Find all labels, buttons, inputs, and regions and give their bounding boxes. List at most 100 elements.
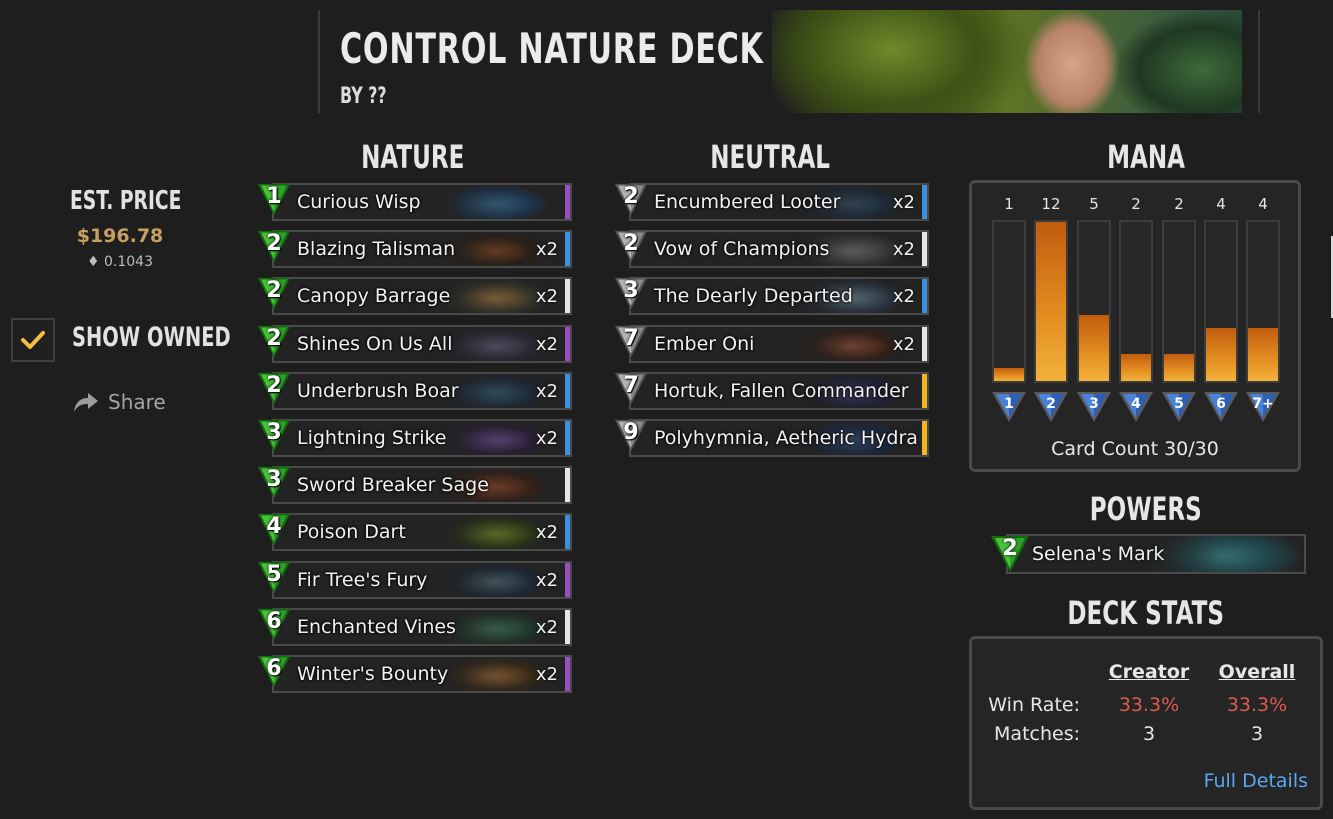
card-cost: 3 — [266, 467, 282, 492]
card-quantity: x2 — [892, 334, 915, 355]
mana-count: 4 — [1216, 195, 1226, 213]
rarity-stripe — [922, 374, 927, 408]
mana-bar — [1248, 328, 1278, 381]
rarity-stripe — [922, 421, 927, 455]
card-row[interactable]: 2 Encumbered Looter x2 — [613, 183, 929, 221]
card-row[interactable]: 2 Canopy Barrage x2 — [256, 277, 572, 315]
rarity-stripe — [922, 279, 927, 313]
mana-heading: MANA — [1107, 138, 1185, 176]
card-name: Curious Wisp — [297, 191, 421, 213]
card-row[interactable]: 2 Vow of Champions x2 — [613, 230, 929, 268]
card-cost: 2 — [623, 231, 639, 256]
rarity-stripe — [922, 232, 927, 266]
rarity-stripe — [565, 374, 570, 408]
share-button[interactable]: Share — [72, 388, 166, 416]
card-row[interactable]: 4 Poison Dart x2 — [256, 513, 572, 551]
card-cost: 2 — [266, 231, 282, 256]
mana-cost-label: 1 — [1004, 396, 1014, 412]
card-cost: 2 — [266, 278, 282, 303]
deck-stats-panel: Creator Overall Win Rate: Matches: 33.3%… — [969, 636, 1323, 810]
mana-bar — [1121, 354, 1151, 381]
mana-cost-label: 2 — [1046, 396, 1056, 412]
card-name: Canopy Barrage — [297, 285, 451, 307]
card-row[interactable]: 7 Ember Oni x2 — [613, 325, 929, 363]
full-details-link[interactable]: Full Details — [1204, 770, 1308, 792]
mana-bar-track — [1119, 220, 1153, 383]
card-row[interactable]: 3 The Dearly Departed x2 — [613, 277, 929, 315]
card-name: Vow of Champions — [654, 238, 830, 260]
rarity-stripe — [565, 657, 570, 691]
overall-win-rate: 33.3% — [1226, 694, 1288, 716]
deck-stats-heading: DECK STATS — [1067, 594, 1225, 632]
card-row[interactable]: 6 Enchanted Vines x2 — [256, 608, 572, 646]
est-price-value: $196.78 — [76, 225, 164, 247]
mana-cost-label: 6 — [1216, 396, 1226, 412]
card-art — [414, 185, 564, 219]
card-quantity: x2 — [535, 334, 558, 355]
mana-count: 1 — [1004, 195, 1014, 213]
rarity-stripe — [922, 185, 927, 219]
mana-bar — [1036, 222, 1066, 381]
deck-header: CONTROL NATURE DECK BY ?? — [318, 10, 1260, 113]
rarity-stripe — [922, 327, 927, 361]
mana-bar-track — [1077, 220, 1111, 383]
card-quantity: x2 — [535, 286, 558, 307]
card-cost: 6 — [266, 656, 282, 681]
mana-cost-label: 3 — [1089, 396, 1099, 412]
card-name: Blazing Talisman — [297, 238, 456, 260]
card-row[interactable]: 5 Fir Tree's Fury x2 — [256, 561, 572, 599]
card-row[interactable]: 2 Underbrush Boar x2 — [256, 372, 572, 410]
check-icon — [21, 331, 45, 349]
rarity-stripe — [565, 421, 570, 455]
card-name: Poison Dart — [297, 521, 406, 543]
rarity-stripe — [565, 185, 570, 219]
card-row[interactable]: 9 Polyhymnia, Aetheric Hydra — [613, 419, 929, 457]
card-row[interactable]: 2 Shines On Us All x2 — [256, 325, 572, 363]
card-name: Winter's Bounty — [297, 663, 449, 685]
mana-count: 5 — [1089, 195, 1099, 213]
power-name: Selena's Mark — [1032, 543, 1165, 565]
mana-bar-track — [1034, 220, 1068, 383]
deck-author: BY ?? — [340, 84, 387, 109]
mana-count: 4 — [1258, 195, 1268, 213]
matches-label: Matches: — [994, 723, 1080, 745]
card-row[interactable]: 6 Winter's Bounty x2 — [256, 655, 572, 693]
card-cost: 4 — [266, 514, 282, 539]
mana-bar-track — [1204, 220, 1238, 383]
card-row[interactable]: 2 Blazing Talisman x2 — [256, 230, 572, 268]
mana-bar — [1079, 315, 1109, 381]
card-name: Shines On Us All — [297, 333, 453, 355]
card-quantity: x2 — [535, 570, 558, 591]
eth-icon: ♦ — [86, 254, 100, 270]
show-owned-checkbox[interactable] — [11, 318, 55, 362]
rarity-stripe — [565, 563, 570, 597]
nature-heading: NATURE — [361, 138, 465, 176]
mana-cost-label: 5 — [1174, 396, 1184, 412]
card-name: Lightning Strike — [297, 427, 447, 449]
overall-matches: 3 — [1250, 723, 1264, 745]
card-quantity: x2 — [892, 239, 915, 260]
card-row[interactable]: 1 Curious Wisp — [256, 183, 572, 221]
card-name: Encumbered Looter — [654, 191, 841, 213]
card-quantity: x2 — [892, 192, 915, 213]
power-card[interactable]: 2 Selena's Mark — [990, 534, 1306, 574]
card-cost: 6 — [266, 609, 282, 634]
card-cost: 7 — [623, 373, 639, 398]
neutral-heading: NEUTRAL — [710, 138, 830, 176]
card-row[interactable]: 7 Hortuk, Fallen Commander — [613, 372, 929, 410]
mana-bar-track — [992, 220, 1026, 383]
mana-bar — [994, 368, 1024, 381]
mana-cost-label: 4 — [1131, 396, 1141, 412]
deck-banner-image — [772, 10, 1242, 113]
rarity-stripe — [565, 327, 570, 361]
rarity-stripe — [565, 468, 570, 502]
card-row[interactable]: 3 Lightning Strike x2 — [256, 419, 572, 457]
creator-matches: 3 — [1142, 723, 1156, 745]
mana-bar-track — [1162, 220, 1196, 383]
card-name: The Dearly Departed — [654, 285, 853, 307]
mana-count: 2 — [1131, 195, 1141, 213]
card-quantity: x2 — [892, 286, 915, 307]
card-row[interactable]: 3 Sword Breaker Sage — [256, 466, 572, 504]
card-name: Enchanted Vines — [297, 616, 456, 638]
stats-col-creator: Creator — [1108, 661, 1190, 683]
